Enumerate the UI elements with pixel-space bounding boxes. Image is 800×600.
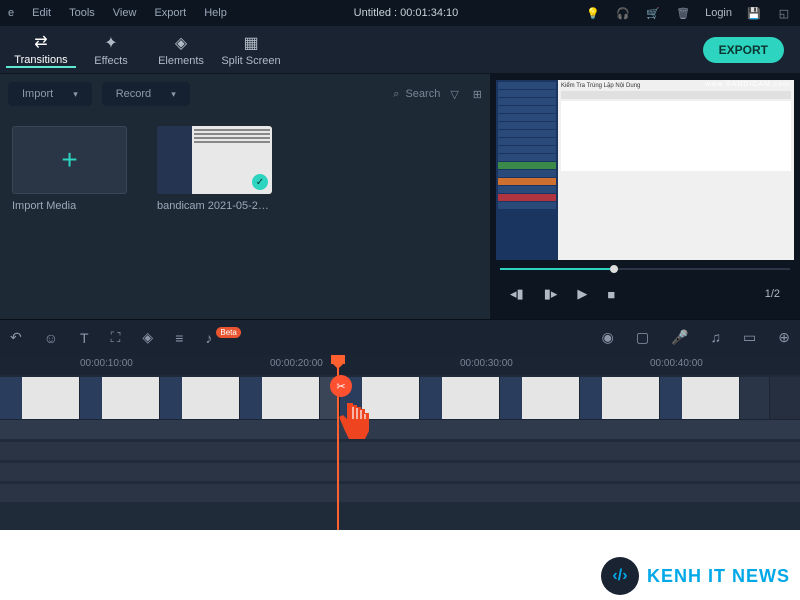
progress-handle[interactable]	[610, 265, 618, 273]
voiceover-icon[interactable]: 🎤	[671, 329, 688, 346]
track-empty[interactable]	[0, 463, 800, 481]
track-empty[interactable]	[0, 484, 800, 502]
timeline-clip[interactable]	[80, 377, 160, 419]
text-icon[interactable]: T	[80, 330, 89, 346]
window-icon[interactable]: ◱	[776, 5, 792, 21]
chevron-down-icon: ▾	[73, 89, 78, 100]
elements-icon: ◈	[146, 33, 216, 53]
filter-icon[interactable]: ▽	[450, 88, 458, 101]
beta-badge: Beta	[216, 327, 240, 338]
main-toolbar: ⇄ Transitions ✦ Effects ◈ Elements ▦ Spl…	[0, 26, 800, 74]
smiley-icon[interactable]: ☺	[44, 330, 58, 346]
record-dropdown[interactable]: Record ▾	[102, 82, 190, 106]
search-input[interactable]: ⌕ Search	[393, 88, 440, 101]
preview-panel: Kiểm Tra Trùng Lặp Nội Dung www.BANDICAM…	[490, 74, 800, 319]
login-link[interactable]: Login	[705, 7, 732, 19]
play-button[interactable]: ▶	[577, 286, 587, 302]
keyframe-icon[interactable]: ◈	[142, 329, 153, 346]
crop-icon[interactable]: ⛶	[111, 329, 121, 346]
timeline-clip[interactable]	[580, 377, 660, 419]
timeline-clip[interactable]	[0, 377, 80, 419]
audio-track[interactable]	[0, 419, 800, 439]
timeline-clip[interactable]	[160, 377, 240, 419]
timeline-clip[interactable]	[500, 377, 580, 419]
trash-icon[interactable]: 🗑	[675, 5, 691, 21]
timeline-clip[interactable]	[740, 377, 770, 419]
plus-icon: +	[61, 144, 77, 176]
import-media-tile[interactable]: + Import Media	[12, 126, 127, 212]
media-clip-tile[interactable]: ✓ bandicam 2021-05-21 11...	[157, 126, 272, 212]
titlebar: e Edit Tools View Export Help Untitled :…	[0, 0, 800, 26]
bandicam-watermark: www.BANDICAM.com	[705, 81, 790, 88]
audio-icon[interactable]: ♪	[205, 330, 212, 346]
menu-help[interactable]: Help	[204, 7, 227, 19]
time-mark: 00:00:20:00	[270, 358, 323, 369]
watermark-text: KENH IT NEWS	[647, 566, 790, 587]
menu-tools[interactable]: Tools	[69, 7, 95, 19]
time-mark: 00:00:10:00	[80, 358, 133, 369]
timeline[interactable]: 00:00:10:00 00:00:20:00 00:00:30:00 00:0…	[0, 355, 800, 530]
tab-split-screen[interactable]: ▦ Split Screen	[216, 33, 286, 67]
menu-view[interactable]: View	[113, 7, 137, 19]
lightbulb-icon[interactable]: 💡	[585, 5, 601, 21]
playback-progress[interactable]	[496, 260, 794, 278]
timeline-clip[interactable]	[240, 377, 320, 419]
tab-transitions[interactable]: ⇄ Transitions	[6, 32, 76, 68]
music-icon[interactable]: ♫	[711, 329, 722, 346]
clip-counter: 1/2	[765, 288, 780, 300]
mixer-icon[interactable]: ▭	[743, 329, 756, 346]
export-button[interactable]: EXPORT	[703, 37, 784, 63]
save-icon[interactable]: 💾	[746, 5, 762, 21]
video-track[interactable]	[0, 377, 800, 419]
transitions-icon: ⇄	[6, 32, 76, 52]
sliders-icon[interactable]: ≡	[175, 330, 183, 346]
time-mark: 00:00:40:00	[650, 358, 703, 369]
import-dropdown[interactable]: Import ▾	[8, 82, 92, 106]
check-icon: ✓	[252, 174, 268, 190]
menu-export[interactable]: Export	[154, 7, 186, 19]
stop-button[interactable]: ■	[607, 287, 615, 302]
tab-elements[interactable]: ◈ Elements	[146, 33, 216, 67]
marker-icon[interactable]: ▢	[636, 329, 649, 346]
cursor-hand-icon	[335, 395, 375, 445]
render-icon[interactable]: ◉	[602, 329, 614, 346]
prev-frame-button[interactable]: ◂▮	[510, 286, 524, 302]
track-empty[interactable]	[0, 442, 800, 460]
zoom-icon[interactable]: ⊕	[778, 329, 790, 346]
time-ruler[interactable]: 00:00:10:00 00:00:20:00 00:00:30:00 00:0…	[0, 355, 800, 375]
timeline-clip[interactable]	[420, 377, 500, 419]
document-title: Untitled : 00:01:34:10	[245, 7, 567, 19]
effects-icon: ✦	[76, 33, 146, 53]
clip-label: bandicam 2021-05-21 11...	[157, 200, 272, 212]
time-mark: 00:00:30:00	[460, 358, 513, 369]
headphone-icon[interactable]: 🎧	[615, 5, 631, 21]
preview-screen[interactable]: Kiểm Tra Trùng Lặp Nội Dung www.BANDICAM…	[496, 80, 794, 260]
tab-effects[interactable]: ✦ Effects	[76, 33, 146, 67]
undo-icon[interactable]: ↶	[10, 329, 22, 346]
media-panel: Import ▾ Record ▾ ⌕ Search ▽ ⊞	[0, 74, 490, 319]
grid-view-icon[interactable]: ⊞	[473, 88, 482, 101]
cart-icon[interactable]: 🛒	[645, 5, 661, 21]
search-icon: ⌕	[393, 88, 399, 101]
timeline-toolbar: ↶ ☺ T ⛶ ◈ ≡ ♪ Beta ◉ ▢ 🎤 ♫ ▭ ⊕	[0, 319, 800, 355]
split-screen-icon: ▦	[216, 33, 286, 53]
timeline-clip[interactable]	[660, 377, 740, 419]
menu-edit[interactable]: Edit	[32, 7, 51, 19]
menu-file[interactable]: e	[8, 7, 14, 19]
watermark-logo-icon: ‹/›	[601, 557, 639, 595]
next-frame-button[interactable]: ▮▸	[544, 286, 558, 302]
scissors-icon: ✂	[330, 375, 352, 397]
import-label: Import Media	[12, 200, 127, 212]
split-marker[interactable]: ✂	[330, 375, 352, 397]
site-watermark: ‹/› KENH IT NEWS	[601, 557, 790, 595]
chevron-down-icon: ▾	[171, 89, 176, 100]
